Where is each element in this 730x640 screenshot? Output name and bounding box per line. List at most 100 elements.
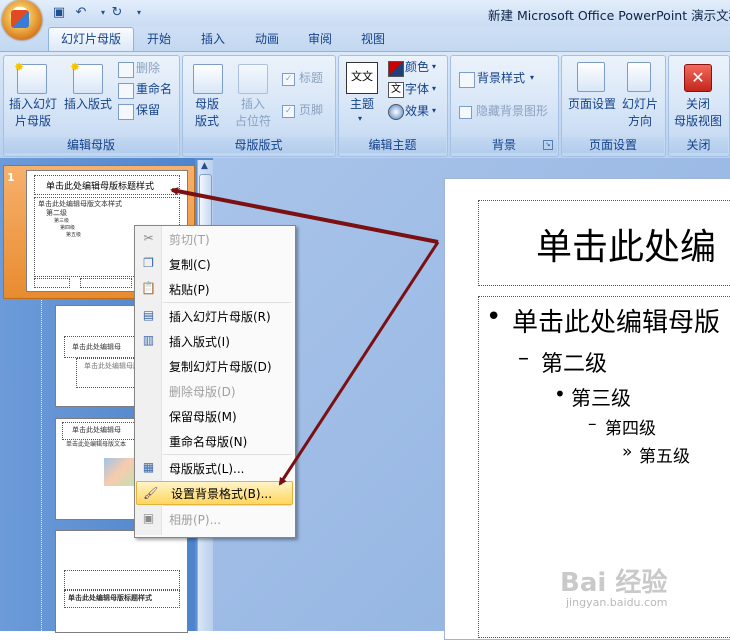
group-label-edit-theme: 编辑主题 [339,137,446,153]
menu-item-paste-label: 粘贴(P) [169,283,210,297]
level3-bullet: • [554,382,566,406]
menu-separator [163,454,291,455]
insert-placeholder-icon [238,64,268,94]
effects-icon [388,104,404,120]
menu-item-format-background[interactable]: 🖌 设置背景格式(B)... [136,481,293,505]
menu-item-delete-master[interactable]: 删除母版(D) [135,379,293,403]
slide-orientation-label-1: 幻灯片 [621,97,658,111]
group-label-background: 背景 [451,137,557,153]
menu-item-master-layout-label: 母版版式(L)... [169,462,245,476]
group-label-master-layout: 母版版式 [183,137,334,153]
layout-connector-line [41,298,42,631]
background-styles-icon [459,72,475,88]
effects-button[interactable]: 效果 [405,103,429,120]
menu-item-insert-layout-label: 插入版式(I) [169,335,230,349]
colors-button[interactable]: 颜色 [405,59,429,76]
delete-button[interactable]: 删除 [136,60,160,77]
menu-item-duplicate-master-label: 复制幻灯片母版(D) [169,360,272,374]
master-layout-label-1: 母版 [194,97,219,111]
paste-icon: 📋 [141,281,156,295]
title-placeholder-text: 单击此处编 [536,227,717,268]
insert-master-icon: ▤ [142,308,155,322]
thumb2-title-text: 单击此处编辑母 [72,343,121,351]
tab-view[interactable]: 视图 [352,28,394,50]
group-label-close: 关闭 [669,137,728,153]
level2-text: 第二级 [541,352,608,377]
copy-icon: ❐ [143,256,154,270]
insert-slide-master-button[interactable]: 插入幻灯 片母版 [4,96,62,130]
menu-item-delete-master-label: 删除母版(D) [169,385,236,399]
menu-item-paste[interactable]: 📋 粘贴(P) [135,277,293,301]
menu-item-copy[interactable]: ❐ 复制(C) [135,252,293,276]
office-logo-icon [11,10,29,28]
fonts-button[interactable]: 字体 [405,81,429,98]
background-styles-button[interactable]: 背景样式 [477,70,525,87]
menu-item-insert-master[interactable]: ▤ 插入幻灯片母版(R) [135,304,293,328]
insert-placeholder-button[interactable]: 插入 占位符 [228,96,278,130]
level5-bullet: » [622,442,633,462]
rename-button[interactable]: 重命名 [136,81,172,98]
menu-item-copy-label: 复制(C) [169,258,211,272]
insert-placeholder-label-1: 插入 [240,97,265,111]
master-layout-button[interactable]: 母版 版式 [186,96,228,130]
menu-item-cut[interactable]: ✂ 剪切(T) [135,227,293,251]
format-background-icon: 🖌 [143,486,159,500]
menu-item-duplicate-master[interactable]: 复制幻灯片母版(D) [135,354,293,378]
slide-orientation-label-2: 方向 [627,114,652,128]
menu-item-format-background-label: 设置背景格式(B)... [171,487,273,501]
page-setup-button[interactable]: 页面设置 [565,96,619,113]
scroll-up-icon[interactable]: ▲ [198,160,211,173]
menu-item-master-layout[interactable]: ▦ 母版版式(L)... [135,456,293,480]
redo-icon[interactable]: ↻ [108,4,126,22]
insert-layout-icon: ▥ [142,333,155,347]
menu-item-preserve-master[interactable]: 保留母版(M) [135,404,293,428]
menu-separator [163,302,291,303]
menu-item-rename-master-label: 重命名母版(N) [169,435,248,449]
hide-background-checkbox[interactable] [459,106,472,119]
tab-home[interactable]: 开始 [138,28,180,50]
menu-separator [163,505,291,506]
slide-orientation-icon [627,62,651,92]
level4-text: 第四级 [605,419,656,439]
chevron-down-icon: ▾ [432,106,437,115]
themes-button[interactable]: 主题 [344,96,380,113]
watermark-url: jingyan.baidu.com [566,596,668,609]
title-checkbox-label: 标题 [299,71,324,85]
preserve-icon [118,104,134,120]
chevron-down-icon: ▾ [358,114,363,123]
dialog-launcher-icon[interactable]: ↘ [543,140,553,150]
slide-orientation-button[interactable]: 幻灯片 方向 [618,96,662,130]
undo-icon[interactable]: ↶ [72,4,90,22]
colors-icon [388,61,404,77]
menu-item-photo-album[interactable]: ▣ 相册(P)... [135,507,293,531]
tab-animations[interactable]: 动画 [246,28,288,50]
customize-qat-icon[interactable]: ▾ [134,4,144,22]
rename-icon [118,83,134,99]
close-icon: ✕ [684,64,712,92]
themes-icon: 文文 [346,62,378,94]
tab-review[interactable]: 审阅 [299,28,341,50]
level2-bullet: – [518,346,529,371]
tab-slide-master[interactable]: 幻灯片母版 [52,28,130,50]
menu-item-insert-layout[interactable]: ▥ 插入版式(I) [135,329,293,353]
preserve-button[interactable]: 保留 [136,102,160,119]
delete-icon [118,62,134,78]
thumb3-title-text: 单击此处编辑母 [72,426,121,434]
master-layout-icon [193,64,223,94]
insert-layout-button[interactable]: 插入版式 [60,96,116,113]
footer-checkbox[interactable]: ✓ [282,105,295,118]
scissors-icon: ✂ [143,231,154,245]
photo-album-icon: ▣ [142,511,155,525]
close-master-view-button[interactable]: 关闭 母版视图 [670,96,726,130]
menu-item-rename-master[interactable]: 重命名母版(N) [135,429,293,453]
thumb-level2: 第二级 [46,209,67,217]
thumb-footer-text [80,278,132,288]
insert-slide-master-label-1: 插入幻灯 [8,97,57,111]
save-icon[interactable]: ▣ [50,4,68,22]
thumb3-content-icon [104,458,134,486]
menu-item-cut-label: 剪切(T) [169,233,210,247]
tab-insert[interactable]: 插入 [192,28,234,50]
chevron-down-icon[interactable]: ▾ [98,4,108,22]
title-checkbox[interactable]: ✓ [282,73,295,86]
menu-item-preserve-master-label: 保留母版(M) [169,410,237,424]
